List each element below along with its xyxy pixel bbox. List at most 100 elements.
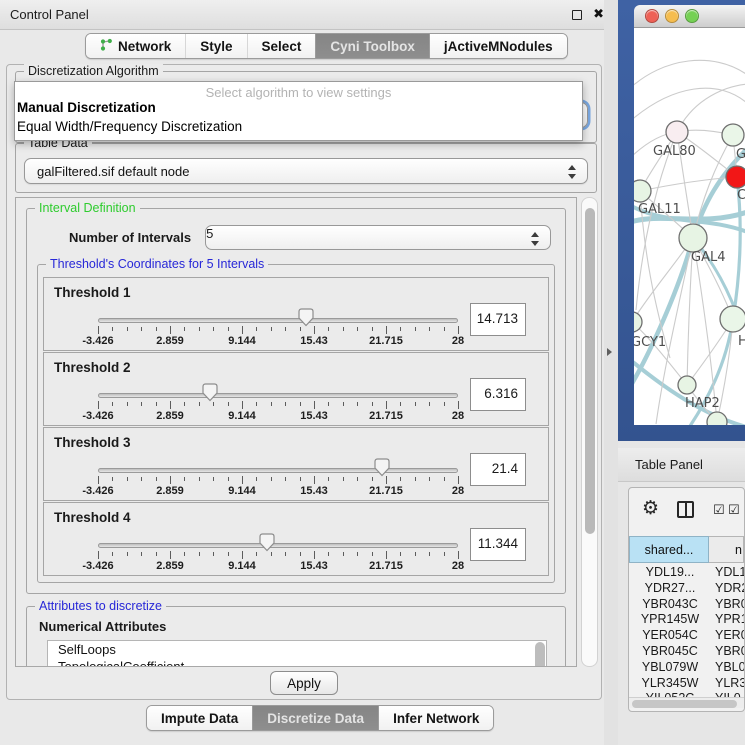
network-node[interactable]: [678, 376, 696, 394]
tick-mark: [213, 477, 214, 481]
slider-ticks: [98, 326, 458, 335]
tick-mark: [444, 552, 445, 556]
tab-jactivemnodules[interactable]: jActiveMNodules: [429, 34, 567, 58]
table-horizontal-scrollbar[interactable]: [629, 697, 744, 708]
tab-label: Impute Data: [161, 711, 238, 726]
tick-mark: [156, 402, 157, 406]
threshold-value-field[interactable]: 21.4: [470, 453, 526, 486]
table-scrollbar-thumb[interactable]: [632, 700, 737, 708]
network-edge[interactable]: [634, 60, 745, 90]
tab-infer-network[interactable]: Infer Network: [378, 706, 493, 730]
cell-name: YER0: [709, 628, 745, 644]
network-edge[interactable]: [634, 88, 745, 123]
tick-mark: [314, 476, 315, 484]
slider-track[interactable]: [98, 393, 458, 398]
table-row[interactable]: YDR27...YDR2: [631, 581, 745, 597]
tick-mark: [242, 401, 243, 409]
close-icon[interactable]: ✖: [593, 6, 604, 22]
network-node[interactable]: [722, 124, 744, 146]
tick-mark: [372, 477, 373, 481]
tick-mark: [141, 477, 142, 481]
table-data-value: galFiltered.sif default node: [37, 164, 189, 179]
table-data-combobox[interactable]: galFiltered.sif default node: [24, 158, 588, 184]
table-row[interactable]: YBL079WYBL0: [631, 660, 745, 676]
tab-cyni-toolbox[interactable]: Cyni Toolbox: [315, 34, 429, 58]
checkbox-icon[interactable]: ☑: [713, 502, 725, 518]
slider-track[interactable]: [98, 468, 458, 473]
tick-mark: [429, 477, 430, 481]
network-node[interactable]: [720, 306, 745, 332]
algorithm-item-1[interactable]: Manual Discretization: [17, 100, 156, 118]
tick-mark: [357, 552, 358, 556]
tick-mark: [156, 477, 157, 481]
threshold-slider-handle[interactable]: [374, 458, 390, 477]
tab-label: Style: [200, 39, 232, 54]
tick-label: 2.859: [156, 485, 184, 497]
slider-track[interactable]: [98, 318, 458, 323]
threshold-value-field[interactable]: 14.713: [470, 303, 526, 336]
settings-scrollbar-thumb[interactable]: [585, 208, 595, 534]
split-columns-icon[interactable]: [677, 501, 694, 518]
column-header-shared[interactable]: shared...: [629, 536, 709, 563]
panel-divider[interactable]: [604, 0, 618, 745]
tab-network[interactable]: Network: [86, 34, 185, 58]
network-node[interactable]: [634, 312, 642, 332]
table-row[interactable]: YER054CYER0: [631, 628, 745, 644]
attributes-group-title: Attributes to discretize: [35, 599, 166, 613]
table-row[interactable]: YBR043CYBR0: [631, 597, 745, 613]
table-row[interactable]: YDL19...YDL1: [631, 565, 745, 581]
node-label: GAL4: [691, 250, 725, 265]
network-canvas[interactable]: GAL80GCGAL11GAL4GCY1HHAP2: [634, 28, 745, 425]
threshold-value-field[interactable]: 11.344: [470, 528, 526, 561]
threshold-slider-handle[interactable]: [259, 533, 275, 552]
node-label: GAL11: [638, 202, 681, 217]
tick-mark: [199, 327, 200, 331]
tick-mark: [429, 552, 430, 556]
table-row[interactable]: YLR345WYLR3: [631, 676, 745, 692]
network-node[interactable]: [666, 121, 688, 143]
close-traffic-light[interactable]: [645, 9, 659, 23]
threshold-slider-handle[interactable]: [202, 383, 218, 402]
gear-icon[interactable]: ⚙: [642, 497, 659, 520]
slider-track[interactable]: [98, 543, 458, 548]
settings-scrollbar[interactable]: [581, 197, 598, 667]
table-row[interactable]: YBR045CYBR0: [631, 644, 745, 660]
tab-select[interactable]: Select: [247, 34, 316, 58]
table-row[interactable]: YPR145WYPR1: [631, 612, 745, 628]
tick-mark: [112, 327, 113, 331]
tick-mark: [184, 327, 185, 331]
tick-mark: [242, 326, 243, 334]
network-node[interactable]: [634, 180, 651, 202]
threshold-slider-handle[interactable]: [298, 308, 314, 327]
tick-mark: [328, 552, 329, 556]
minimize-traffic-light[interactable]: [665, 9, 679, 23]
number-of-intervals-combobox[interactable]: 5: [205, 225, 551, 250]
cell-name: YBR0: [709, 644, 745, 660]
tick-mark: [343, 327, 344, 331]
settings-scroll-viewport: Interval Definition Number of Intervals …: [15, 197, 577, 667]
tab-discretize-data[interactable]: Discretize Data: [252, 706, 378, 730]
tab-style[interactable]: Style: [185, 34, 246, 58]
tick-mark: [170, 401, 171, 409]
tick-label: -3.426: [82, 485, 113, 497]
top-tab-bar: Network Style SelectCyni ToolboxjActiveMNo…: [85, 33, 568, 59]
list-scrollbar-thumb[interactable]: [535, 642, 545, 667]
cell-shared-name: YLR345W: [631, 676, 709, 692]
attribute-list-item[interactable]: SelfLoops: [48, 641, 546, 658]
tick-label: 15.43: [300, 560, 328, 572]
apply-button[interactable]: Apply: [270, 671, 338, 695]
table-rows: YDL19...YDL1YDR27...YDR2YBR043CYBR0YPR14…: [631, 565, 745, 707]
tab-impute-data[interactable]: Impute Data: [147, 706, 252, 730]
attribute-list-item[interactable]: TopologicalCoefficient: [48, 658, 546, 667]
network-node[interactable]: [726, 166, 745, 188]
column-header-name[interactable]: n: [709, 536, 744, 563]
splitter-arrow-icon[interactable]: [607, 348, 612, 356]
float-window-icon[interactable]: [572, 10, 582, 20]
numerical-attributes-label: Numerical Attributes: [39, 619, 559, 634]
checkbox-icon[interactable]: ☑: [728, 502, 740, 518]
algorithm-item-2[interactable]: Equal Width/Frequency Discretization: [17, 119, 242, 137]
threshold-value-field[interactable]: 6.316: [470, 378, 526, 411]
threshold-label: Threshold 1: [54, 285, 131, 300]
network-node[interactable]: [679, 224, 707, 252]
zoom-traffic-light[interactable]: [685, 9, 699, 23]
